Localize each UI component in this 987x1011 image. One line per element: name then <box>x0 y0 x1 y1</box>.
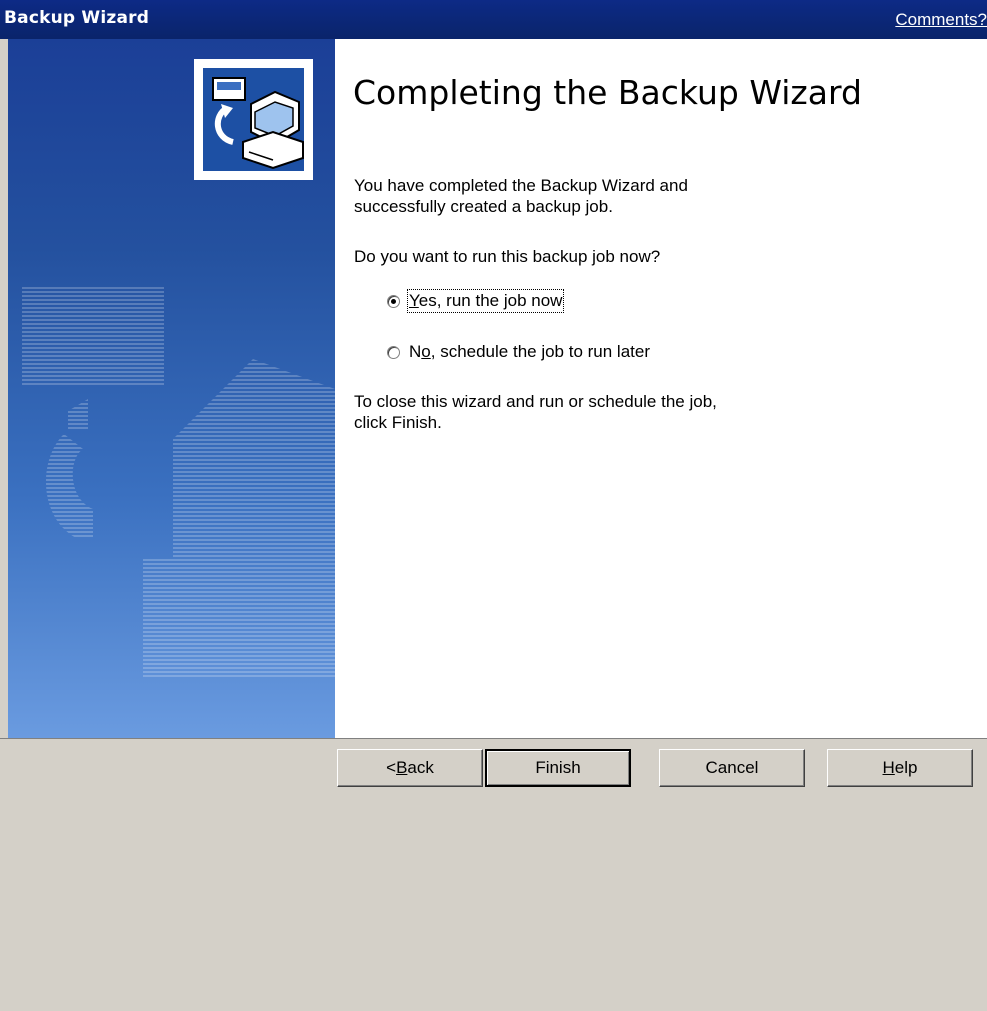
back-button[interactable]: < Back <box>337 749 483 787</box>
title-bar: Backup Wizard Comments? <box>0 0 987 39</box>
comments-link[interactable]: Comments? <box>895 10 987 30</box>
help-button[interactable]: Help <box>827 749 973 787</box>
question-text: Do you want to run this backup job now? <box>354 247 661 266</box>
schedule-later-option[interactable]: No, schedule the job to run later <box>387 341 650 363</box>
wizard-icon-frame <box>194 59 313 180</box>
intro-text: You have completed the Backup Wizard and… <box>354 175 688 217</box>
page-title: Completing the Backup Wizard <box>353 73 862 112</box>
closing-text: To close this wizard and run or schedule… <box>354 391 717 433</box>
closing-line-1: To close this wizard and run or schedule… <box>354 392 717 411</box>
backup-computer-icon <box>212 77 304 170</box>
finish-button[interactable]: Finish <box>485 749 631 787</box>
schedule-later-label[interactable]: No, schedule the job to run later <box>409 342 650 362</box>
wizard-content: Completing the Backup Wizard You have co… <box>335 39 987 738</box>
window-title: Backup Wizard <box>4 8 150 28</box>
run-now-radio[interactable] <box>387 294 400 308</box>
closing-line-2: click Finish. <box>354 413 442 432</box>
run-now-option[interactable]: Yes, run the job now <box>387 289 565 313</box>
schedule-later-radio[interactable] <box>387 345 400 359</box>
button-bar: < Back Finish Cancel Help <box>0 738 987 1011</box>
side-panel <box>8 39 335 738</box>
intro-line-2: successfully created a backup job. <box>354 197 613 216</box>
run-now-label[interactable]: Yes, run the job now <box>406 289 565 313</box>
intro-line-1: You have completed the Backup Wizard and <box>354 176 688 195</box>
cancel-button[interactable]: Cancel <box>659 749 805 787</box>
